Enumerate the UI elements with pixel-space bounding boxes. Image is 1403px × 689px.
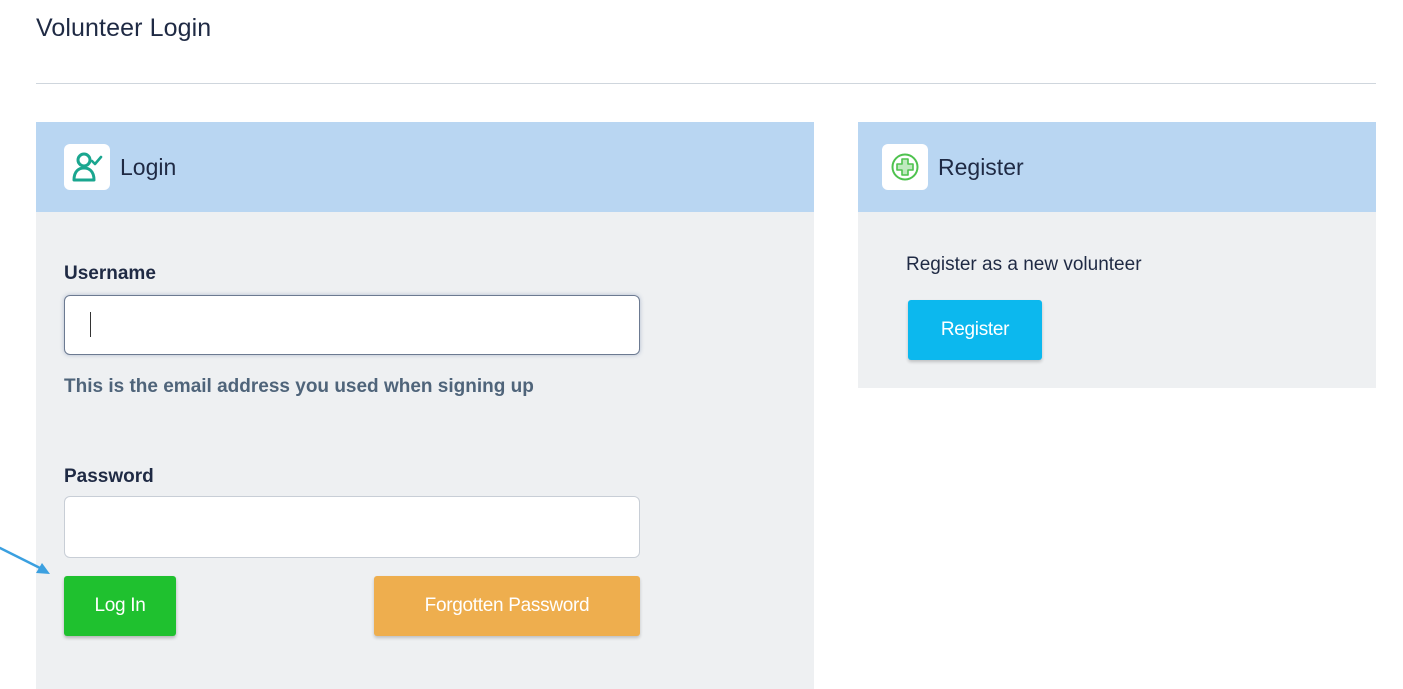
login-heading: Login [120,153,177,180]
text-caret [90,312,91,337]
register-button[interactable]: Register [908,300,1042,360]
register-heading: Register [938,153,1024,180]
login-panel-header: Login [36,122,814,212]
login-button[interactable]: Log In [64,576,176,636]
user-check-icon [64,144,110,190]
username-label: Username [64,263,156,284]
username-field-wrapper [64,295,640,355]
register-panel-header: Register [858,122,1376,212]
password-input[interactable] [64,496,640,558]
annotation-arrow-icon [0,546,50,574]
password-label: Password [64,466,154,487]
register-description: Register as a new volunteer [906,254,1142,275]
register-panel: Register Register as a new volunteer Reg… [858,122,1376,388]
plus-circle-icon [882,144,928,190]
login-panel: Login Username This is the email address… [36,122,814,689]
username-input[interactable] [64,295,640,355]
forgotten-password-button[interactable]: Forgotten Password [374,576,640,636]
username-help-text: This is the email address you used when … [64,376,534,397]
page-title: Volunteer Login [36,14,212,42]
title-divider [36,83,1376,84]
